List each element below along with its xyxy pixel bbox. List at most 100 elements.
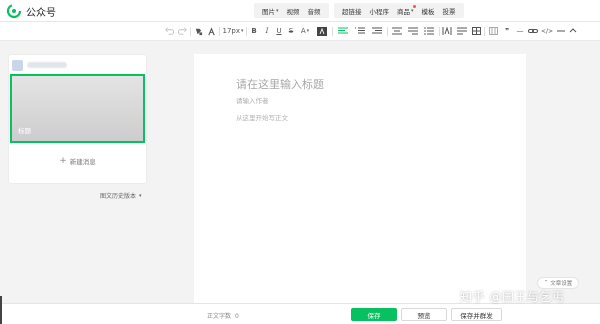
save-button[interactable]: 保存 (351, 308, 397, 321)
article-settings-label: 文章设置 (550, 281, 573, 287)
table-button[interactable] (470, 25, 482, 37)
word-count-value: 0 (235, 313, 239, 320)
line-spacing-button[interactable] (390, 25, 404, 37)
toolbar-divider (219, 27, 220, 36)
insert-miniprogram-button[interactable]: 小程序 (366, 6, 394, 16)
watermark: 知乎 @国王与乞丐 (460, 290, 565, 304)
indent-icon (355, 27, 365, 34)
toolbar-divider (190, 27, 191, 36)
format-painter-icon[interactable] (193, 25, 203, 37)
insert-vote-button[interactable]: 投票 (439, 6, 460, 16)
bold-button[interactable]: B (249, 25, 259, 37)
letter-spacing-icon (442, 27, 452, 35)
redo-icon[interactable] (177, 25, 187, 37)
format-toolbar: 17px ▾ B I U S A ▾ ❞ — </> (0, 22, 600, 41)
account-name-blurred (27, 62, 67, 68)
toolbar-divider (246, 27, 247, 36)
letter-spacing-button[interactable] (441, 25, 453, 37)
new-badge-dot (412, 4, 416, 8)
top-header: 公众号 图片 ▾ 视频 音频 超链接 小程序 商品 ▾ 模板 投票 (0, 0, 600, 22)
link-button[interactable] (527, 25, 539, 37)
save-and-publish-button[interactable]: 保存并群发 (451, 308, 502, 321)
insert-product-button[interactable]: 商品 ▾ (393, 4, 418, 16)
insert-vote-label: 投票 (442, 7, 456, 16)
more-icon[interactable] (556, 25, 566, 37)
first-line-indent-button[interactable] (456, 25, 468, 37)
insert-audio-label: 音频 (307, 7, 321, 16)
outdent-button[interactable] (370, 25, 384, 37)
new-message-label: 新建消息 (69, 158, 96, 166)
logo[interactable]: 公众号 (6, 3, 56, 19)
editor-canvas: 请在这里输入标题 请输入作者 从这里开始写正文 (194, 54, 526, 304)
insert-hyperlink-button[interactable]: 超链接 (338, 6, 366, 16)
preview-button[interactable]: 预览 (401, 308, 447, 321)
window-edge (0, 296, 2, 324)
cover-title: 标题 (18, 127, 31, 135)
insert-image-button[interactable]: 图片 ▾ (258, 6, 283, 16)
chevron-down-icon: ▾ (411, 7, 414, 14)
account-avatar (12, 59, 23, 71)
insert-hyperlink-label: 超链接 (342, 7, 362, 16)
paragraph-spacing-button[interactable] (406, 25, 420, 37)
outdent-icon (372, 27, 382, 34)
align-left-button[interactable] (336, 25, 350, 37)
new-message-button[interactable]: + 新建消息 (10, 150, 145, 172)
media-insert-group: 图片 ▾ 视频 音频 (254, 3, 329, 18)
quote-button[interactable]: ❞ (501, 25, 513, 37)
insert-audio-button[interactable]: 音频 (304, 6, 325, 16)
insert-miniprogram-label: 小程序 (369, 7, 390, 16)
toolbar-divider (439, 27, 440, 36)
font-color-button[interactable]: A ▾ (298, 25, 312, 37)
clear-format-icon[interactable] (206, 25, 216, 37)
feature-insert-group: 超链接 小程序 商品 ▾ 模板 投票 (334, 3, 464, 18)
title-input[interactable]: 请在这里输入标题 (236, 76, 324, 92)
logo-icon (6, 3, 22, 19)
toolbar-divider (484, 27, 485, 36)
indent-button[interactable] (353, 25, 367, 37)
app-name: 公众号 (26, 7, 56, 19)
divider-button[interactable]: — (514, 25, 526, 37)
chevron-down-icon: ▾ (139, 192, 142, 199)
collapse-toolbar-icon[interactable] (568, 25, 578, 37)
article-cover-selected[interactable]: 标题 (10, 74, 145, 143)
chevron-down-icon: ▾ (276, 7, 279, 14)
insert-video-label: 视频 (286, 7, 300, 16)
chevron-up-icon: ⌃ (543, 280, 549, 286)
table-icon (471, 27, 481, 35)
word-count-label: 正文字数 (207, 313, 232, 320)
body-editor[interactable]: 从这里开始写正文 (236, 112, 288, 122)
undo-icon[interactable] (164, 25, 174, 37)
font-size-select[interactable]: 17px ▾ (222, 25, 244, 37)
plus-icon: + (59, 156, 67, 166)
insert-template-label: 模板 (421, 7, 435, 16)
grid-icon (488, 27, 498, 35)
highlight-icon (317, 26, 327, 36)
account-row (12, 58, 72, 72)
font-color-icon: A (300, 27, 306, 35)
italic-button[interactable]: I (262, 25, 272, 37)
insert-image-label: 图片 (262, 7, 275, 16)
line-spacing-icon (392, 27, 402, 35)
insert-video-button[interactable]: 视频 (283, 6, 304, 16)
list-icon (424, 27, 434, 35)
word-count: 正文字数 0 (207, 311, 239, 320)
paragraph-spacing-icon (408, 27, 418, 35)
font-size-value: 17px (222, 27, 241, 35)
toolbar-divider (387, 27, 388, 36)
bottom-action-bar: 正文字数 0 保存 预览 保存并群发 (0, 303, 600, 324)
insert-product-label: 商品 (397, 7, 410, 16)
underline-button[interactable]: U (274, 25, 284, 37)
first-line-indent-icon (457, 27, 467, 35)
history-versions-label: 图文历史版本 (100, 193, 137, 200)
toolbar-divider (332, 27, 333, 36)
author-input[interactable]: 请输入作者 (236, 95, 269, 105)
list-button[interactable] (422, 25, 436, 37)
strikethrough-button[interactable]: S (286, 25, 296, 37)
insert-template-button[interactable]: 模板 (418, 6, 439, 16)
code-button[interactable]: </> (540, 25, 554, 37)
background-color-button[interactable] (315, 25, 329, 37)
align-left-icon (338, 27, 348, 34)
history-versions-button[interactable]: 图文历史版本 ▾ (100, 191, 142, 201)
link-icon (528, 29, 538, 33)
grid-button[interactable] (487, 25, 499, 37)
